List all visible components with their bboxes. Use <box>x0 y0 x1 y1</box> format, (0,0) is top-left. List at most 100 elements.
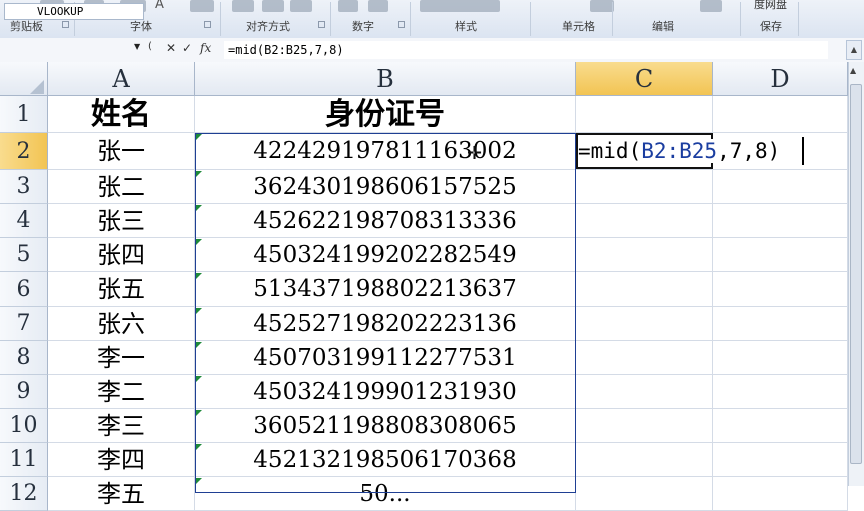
formula-range-reference: B2:B25 <box>641 139 718 163</box>
scrollbar-thumb[interactable] <box>850 84 862 464</box>
error-indicator-icon <box>196 308 202 314</box>
cell-b3[interactable]: 362430198606157525 <box>195 170 576 204</box>
cancel-icon[interactable]: ✕ <box>166 41 176 55</box>
row-header-6[interactable]: 6 <box>0 272 48 307</box>
row-header-10[interactable]: 10 <box>0 409 48 443</box>
align-right-icon[interactable] <box>290 0 312 12</box>
row-header-3[interactable]: 3 <box>0 170 48 204</box>
scroll-up-arrow-icon[interactable]: ▲ <box>850 66 856 75</box>
enter-icon[interactable]: ✓ <box>182 41 192 55</box>
cell-c3[interactable] <box>576 170 713 204</box>
chevron-down-icon[interactable]: ▼ <box>134 42 140 51</box>
cell-b7[interactable]: 452527198202223136 <box>195 307 576 341</box>
cell-c8[interactable] <box>576 341 713 375</box>
cell-d10[interactable] <box>713 409 848 443</box>
cell-d12[interactable] <box>713 477 848 511</box>
cell-c5[interactable] <box>576 238 713 272</box>
cell-c4[interactable] <box>576 204 713 238</box>
increase-decimal-icon[interactable] <box>338 0 358 12</box>
cell-b4[interactable]: 452622198708313336 <box>195 204 576 238</box>
find-select-icon[interactable] <box>700 0 722 12</box>
alignment-launcher-icon[interactable] <box>318 21 325 28</box>
cell-a10[interactable]: 李三 <box>48 409 195 443</box>
cell-a2[interactable]: 张一 <box>48 133 195 170</box>
text-caret <box>802 137 804 165</box>
column-header-a[interactable]: A <box>48 62 195 96</box>
cell-b1[interactable]: 身份证号 <box>195 96 576 133</box>
cell-b12[interactable]: 50... <box>195 477 576 511</box>
cell-c7[interactable] <box>576 307 713 341</box>
baidu-pan-label[interactable]: 度网盘 <box>754 0 787 12</box>
fill-icon[interactable] <box>590 0 614 12</box>
error-indicator-icon <box>196 376 202 382</box>
cell-d8[interactable] <box>713 341 848 375</box>
cell-a5[interactable]: 张四 <box>48 238 195 272</box>
select-all-triangle-icon <box>30 80 44 94</box>
column-header-b[interactable]: B <box>195 62 576 96</box>
cell-b11[interactable]: 452132198506170368 <box>195 443 576 477</box>
cell-b8[interactable]: 450703199112277531 <box>195 341 576 375</box>
cell-b10[interactable]: 360521198808308065 <box>195 409 576 443</box>
align-left-icon[interactable] <box>232 0 254 12</box>
cell-a4[interactable]: 张三 <box>48 204 195 238</box>
cell-a1[interactable]: 姓名 <box>48 96 195 133</box>
column-header-d[interactable]: D <box>713 62 848 96</box>
cell-d5[interactable] <box>713 238 848 272</box>
error-indicator-icon <box>196 444 202 450</box>
insert-function-icon[interactable]: fx <box>200 41 211 55</box>
row-header-4[interactable]: 4 <box>0 204 48 238</box>
cell-styles-icon[interactable] <box>420 0 500 12</box>
cell-d11[interactable] <box>713 443 848 477</box>
cell-b9[interactable]: 450324199901231930 <box>195 375 576 409</box>
cell-a12[interactable]: 李五 <box>48 477 195 511</box>
decrease-decimal-icon[interactable] <box>368 0 388 12</box>
cell-c1[interactable] <box>576 96 713 133</box>
expand-formula-bar-icon[interactable]: ▲ <box>846 40 862 60</box>
cell-a9[interactable]: 李二 <box>48 375 195 409</box>
error-indicator-icon <box>196 342 202 348</box>
font-color-icon[interactable]: A <box>155 0 164 12</box>
row-header-5[interactable]: 5 <box>0 238 48 272</box>
row-header-11[interactable]: 11 <box>0 443 48 477</box>
formula-input[interactable]: =mid(B2:B25,7,8) <box>224 41 828 59</box>
clipboard-launcher-icon[interactable] <box>62 21 69 28</box>
error-indicator-icon <box>196 410 202 416</box>
row-header-7[interactable]: 7 <box>0 307 48 341</box>
cell-b5[interactable]: 450324199202282549 <box>195 238 576 272</box>
cell-edit-formula[interactable]: =mid(B2:B25,7,8) <box>578 139 783 163</box>
cell-c12[interactable] <box>576 477 713 511</box>
cell-a8[interactable]: 李一 <box>48 341 195 375</box>
cell-a6[interactable]: 张五 <box>48 272 195 307</box>
phonetic-icon[interactable] <box>190 0 214 12</box>
cell-d1[interactable] <box>713 96 848 133</box>
cell-b6[interactable]: 513437198802213637 <box>195 272 576 307</box>
font-launcher-icon[interactable] <box>204 21 211 28</box>
cell-c11[interactable] <box>576 443 713 477</box>
cell-c9[interactable] <box>576 375 713 409</box>
name-box[interactable]: VLOOKUP <box>4 3 144 20</box>
formula-suffix: ,7,8) <box>717 139 781 163</box>
group-alignment: 对齐方式 <box>246 20 290 33</box>
cell-d4[interactable] <box>713 204 848 238</box>
cell-c6[interactable] <box>576 272 713 307</box>
cell-a7[interactable]: 张六 <box>48 307 195 341</box>
cell-c10[interactable] <box>576 409 713 443</box>
row-header-12[interactable]: 12 <box>0 477 48 511</box>
cell-d7[interactable] <box>713 307 848 341</box>
cell-a3[interactable]: 张二 <box>48 170 195 204</box>
group-save: 保存 <box>760 20 782 33</box>
cell-d3[interactable] <box>713 170 848 204</box>
row-header-8[interactable]: 8 <box>0 341 48 375</box>
cell-d9[interactable] <box>713 375 848 409</box>
row-header-2[interactable]: 2 <box>0 133 48 170</box>
row-header-1[interactable]: 1 <box>0 96 48 133</box>
cell-d6[interactable] <box>713 272 848 307</box>
cell-b2[interactable]: 422429197811163002 <box>195 133 576 170</box>
column-header-c[interactable]: C <box>576 62 713 96</box>
group-separator <box>220 2 221 36</box>
group-number: 数字 <box>352 20 374 33</box>
row-header-9[interactable]: 9 <box>0 375 48 409</box>
number-launcher-icon[interactable] <box>398 21 405 28</box>
align-center-icon[interactable] <box>262 0 284 12</box>
cell-a11[interactable]: 李四 <box>48 443 195 477</box>
